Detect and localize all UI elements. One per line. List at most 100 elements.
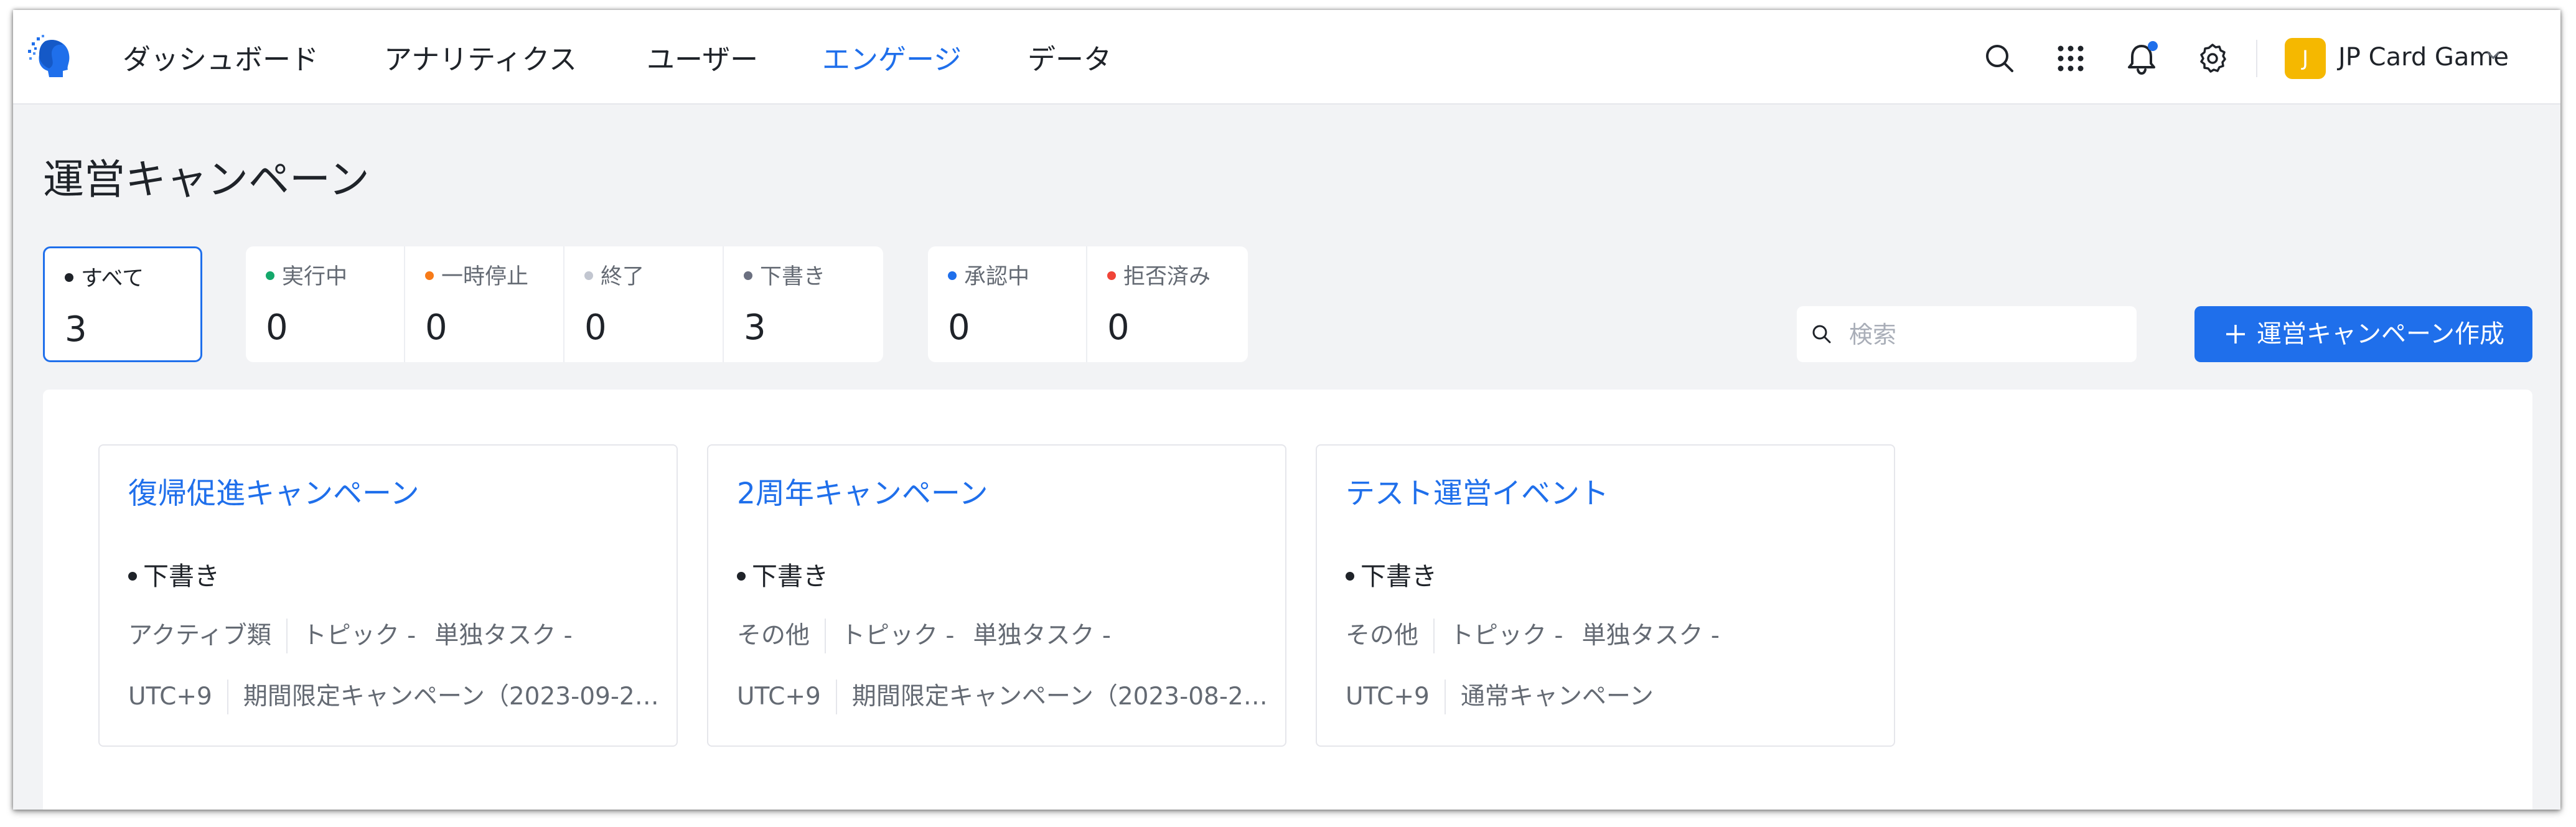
campaign-card[interactable]: 2周年キャンペーン 下書き その他 トピック - 単独タスク - UTC+9 期間限定… [707,444,1286,747]
nav-item-analytics[interactable]: アナリティクス [384,41,577,78]
status-tab-label: 一時停止 [425,261,528,292]
campaign-status-text: 下書き [1361,561,1437,591]
campaign-task: 単独タスク - [1581,622,1720,650]
chevron-down-icon[interactable] [2486,51,2500,60]
status-tab-text: 承認中 [964,264,1030,289]
status-dot [744,271,752,280]
notifications-button[interactable] [2124,41,2159,76]
campaign-category: アクティブ類 [128,622,271,650]
status-dot [128,572,137,581]
campaign-timezone: UTC+9 [1346,683,1430,711]
status-tab-count: 0 [266,307,288,348]
campaign-title[interactable]: 2周年キャンペーン [737,474,988,514]
status-tab-ended[interactable]: 終了 0 [564,246,724,362]
divider [227,680,228,714]
status-tab-label: 実行中 [266,261,347,292]
divider [835,680,837,714]
divider [286,619,288,653]
status-tab-draft[interactable]: 下書き 3 [724,246,883,362]
campaign-period: 通常キャンペーン [1460,683,1654,711]
campaign-status-text: 下書き [143,561,220,591]
campaign-topic: トピック - [302,622,416,650]
campaign-title[interactable]: 復帰促進キャンペーン [128,474,419,514]
create-campaign-button[interactable]: 運営キャンペーン作成 [2194,306,2532,362]
campaign-task: 単独タスク - [973,622,1111,650]
status-tab-text: 実行中 [282,264,348,289]
status-tab-count: 3 [744,307,766,348]
search-icon [1812,325,1831,343]
status-tab-paused[interactable]: 一時停止 0 [405,246,564,362]
status-tab-text: 一時停止 [441,264,529,289]
status-dot [737,572,746,581]
status-tab-label: 下書き [744,261,825,292]
search-icon[interactable] [1982,41,2017,76]
campaign-timezone: UTC+9 [128,683,212,711]
campaign-topic: トピック - [1450,622,1563,650]
status-dot [584,271,593,280]
nav-divider [2256,40,2257,77]
top-nav-bar: ダッシュボード アナリティクス ユーザー エンゲージ データ J JP Card… [13,10,2560,105]
status-tab-label: すべて [65,263,144,294]
nav-item-engage[interactable]: エンゲージ [822,41,962,78]
campaign-meta-row: その他 トピック - 単独タスク - [737,619,1111,653]
status-tab-all[interactable]: すべて 3 [43,246,202,362]
gear-icon[interactable] [2195,41,2230,76]
status-dot [266,271,274,280]
account-avatar: J [2285,38,2326,79]
search-box [1797,306,2137,362]
status-dot [1107,271,1116,280]
campaign-card[interactable]: テスト運営イベント 下書き その他 トピック - 単独タスク - UTC+9 通常キャ… [1316,444,1895,747]
campaign-category: その他 [737,622,810,650]
status-tab-text: 終了 [601,264,645,289]
status-dot [1346,572,1354,581]
status-tab-text: 下書き [760,264,826,289]
campaign-period: 期間限定キャンペーン（2023-08-25... [851,683,1269,711]
nav-item-dashboard[interactable]: ダッシュボード [123,41,319,78]
campaign-task: 単独タスク - [434,622,573,650]
campaign-status-text: 下書き [752,561,828,591]
status-tab-running[interactable]: 実行中 0 [246,246,405,362]
divider [1433,619,1435,653]
notification-dot [2148,41,2158,51]
campaign-category: その他 [1346,622,1419,650]
status-tab-text: 拒否済み [1123,264,1211,289]
status-dot [948,271,957,280]
status-tab-text: すべて [81,266,144,291]
plus-icon [2226,325,2245,343]
campaign-meta-row: アクティブ類 トピック - 単独タスク - [128,619,573,653]
campaign-title[interactable]: テスト運営イベント [1346,474,1609,514]
campaign-card[interactable]: 復帰促進キャンペーン 下書き アクティブ類 トピック - 単独タスク - UTC+9… [98,444,678,747]
status-tab-count: 0 [584,307,607,348]
account-name: JP Card Game [2338,43,2509,72]
campaign-timezone: UTC+9 [737,683,821,711]
campaign-schedule-row: UTC+9 通常キャンペーン [1346,680,1654,714]
campaign-period: 期間限定キャンペーン（2023-09-25... [243,683,660,711]
nav-item-users[interactable]: ユーザー [647,41,758,78]
status-tab-count: 0 [948,307,970,348]
campaign-status: 下書き [1346,559,1437,594]
status-tab-label: 拒否済み [1107,261,1211,292]
create-campaign-label: 運営キャンペーン作成 [2257,320,2504,348]
logo-icon[interactable] [27,31,78,82]
status-dot [425,271,434,280]
nav-item-data[interactable]: データ [1028,41,1112,78]
status-tab-rejected[interactable]: 拒否済み 0 [1087,246,1247,362]
campaign-meta-row: その他 トピック - 単独タスク - [1346,619,1720,653]
campaign-schedule-row: UTC+9 期間限定キャンペーン（2023-08-25... [737,680,1269,714]
apps-grid-icon[interactable] [2053,41,2088,76]
campaign-list-panel: 復帰促進キャンペーン 下書き アクティブ類 トピック - 単独タスク - UTC+9… [43,390,2532,810]
status-tab-count: 3 [65,309,87,350]
campaign-schedule-row: UTC+9 期間限定キャンペーン（2023-09-25... [128,680,660,714]
campaign-topic: トピック - [841,622,955,650]
status-tab-label: 終了 [584,261,644,292]
status-tab-group-review: 承認中 0 拒否済み 0 [928,246,1248,362]
divider [825,619,827,653]
campaign-status: 下書き [737,559,828,594]
campaign-status: 下書き [128,559,220,594]
divider [1444,680,1446,714]
status-tab-count: 0 [1107,307,1130,348]
status-tab-label: 承認中 [948,261,1029,292]
status-tab-pending-approval[interactable]: 承認中 0 [928,246,1087,362]
app-window: ダッシュボード アナリティクス ユーザー エンゲージ データ J JP Card… [13,10,2560,810]
search-input[interactable] [1848,312,2124,357]
